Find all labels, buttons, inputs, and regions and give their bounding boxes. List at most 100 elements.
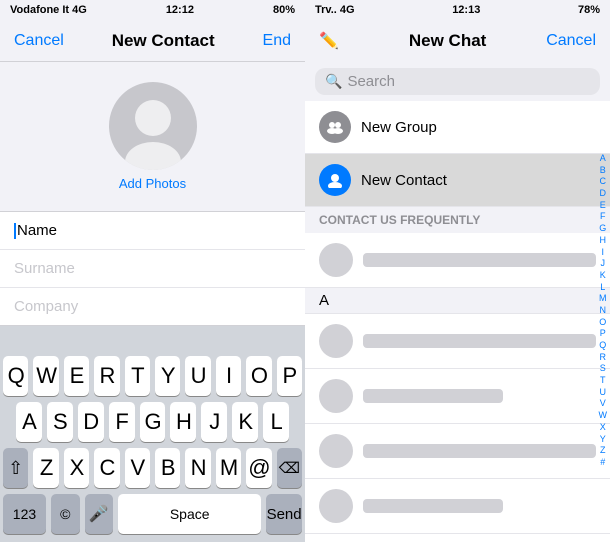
key-t[interactable]: T: [125, 356, 150, 396]
edit-icon[interactable]: ✏️: [319, 31, 349, 51]
alpha-s[interactable]: S: [600, 363, 606, 375]
key-j[interactable]: J: [201, 402, 227, 442]
right-cancel-button[interactable]: Cancel: [546, 32, 596, 50]
alpha-w[interactable]: W: [599, 410, 608, 422]
alpha-o[interactable]: O: [599, 317, 606, 329]
key-i[interactable]: I: [216, 356, 241, 396]
key-k[interactable]: K: [232, 402, 258, 442]
left-status-bar: Vodafone It 4G 12:12 80%: [0, 0, 305, 20]
delete-key[interactable]: ⌫: [277, 448, 302, 488]
key-s[interactable]: S: [47, 402, 73, 442]
right-page-title: New Chat: [409, 31, 486, 51]
mic-key[interactable]: 🎤: [85, 494, 114, 534]
cancel-button[interactable]: Cancel: [14, 32, 64, 50]
alpha-m[interactable]: M: [599, 293, 607, 305]
search-bar[interactable]: 🔍 Search: [315, 68, 600, 95]
alpha-i[interactable]: I: [601, 247, 604, 259]
contact-avatar-placeholder: [319, 324, 353, 358]
alpha-n[interactable]: N: [600, 305, 607, 317]
frequent-contact-1[interactable]: [305, 233, 610, 288]
left-panel: Vodafone It 4G 12:12 80% Cancel New Cont…: [0, 0, 305, 542]
alpha-hash[interactable]: #: [600, 457, 605, 469]
alpha-p[interactable]: P: [600, 328, 606, 340]
left-nav-bar: Cancel New Contact End: [0, 20, 305, 62]
key-e[interactable]: E: [64, 356, 89, 396]
contact-name-placeholder: [363, 499, 503, 513]
surname-field[interactable]: Surname: [0, 250, 305, 288]
alpha-r[interactable]: R: [600, 352, 607, 364]
contact-row-1[interactable]: [305, 314, 610, 369]
end-button[interactable]: End: [263, 32, 291, 50]
key-d[interactable]: D: [78, 402, 104, 442]
alpha-l[interactable]: L: [600, 282, 605, 294]
key-f[interactable]: F: [109, 402, 135, 442]
key-x[interactable]: X: [64, 448, 89, 488]
key-z[interactable]: Z: [33, 448, 58, 488]
avatar-circle[interactable]: [109, 82, 197, 170]
key-p[interactable]: P: [277, 356, 302, 396]
emoji-key[interactable]: ©: [51, 494, 80, 534]
name-field[interactable]: Name: [0, 212, 305, 250]
alphabet-sidebar: A B C D E F G H I J K L M N O P Q R S T …: [596, 151, 610, 471]
alpha-x[interactable]: X: [600, 422, 606, 434]
key-u[interactable]: U: [185, 356, 210, 396]
alpha-g[interactable]: G: [599, 223, 606, 235]
key-l[interactable]: L: [263, 402, 289, 442]
alpha-y[interactable]: Y: [600, 434, 606, 446]
contact-name-placeholder: [363, 334, 596, 348]
key-b[interactable]: B: [155, 448, 180, 488]
key-a[interactable]: A: [16, 402, 42, 442]
contact-avatar-placeholder: [319, 243, 353, 277]
key-c[interactable]: C: [94, 448, 119, 488]
contact-avatar-placeholder: [319, 379, 353, 413]
alpha-d[interactable]: D: [600, 188, 607, 200]
key-g[interactable]: G: [140, 402, 166, 442]
contact-row-4[interactable]: [305, 479, 610, 534]
alpha-h[interactable]: H: [600, 235, 607, 247]
alpha-q[interactable]: Q: [599, 340, 606, 352]
key-at[interactable]: @: [246, 448, 271, 488]
right-status-bar: Trv.. 4G 12:13 78%: [305, 0, 610, 20]
search-bar-container: 🔍 Search: [305, 62, 610, 101]
key-m[interactable]: M: [216, 448, 241, 488]
key-y[interactable]: Y: [155, 356, 180, 396]
add-photos-label[interactable]: Add Photos: [119, 176, 186, 191]
alpha-c[interactable]: C: [600, 176, 607, 188]
key-n[interactable]: N: [185, 448, 210, 488]
company-field[interactable]: Company: [0, 288, 305, 325]
key-w[interactable]: W: [33, 356, 58, 396]
space-key[interactable]: Space: [118, 494, 261, 534]
contact-row-5[interactable]: [305, 534, 610, 542]
left-battery: 80%: [273, 4, 295, 16]
contact-row-3[interactable]: [305, 424, 610, 479]
shift-key[interactable]: ⇧: [3, 448, 28, 488]
new-contact-label: New Contact: [361, 172, 447, 189]
alpha-e[interactable]: E: [600, 200, 606, 212]
key-v[interactable]: V: [125, 448, 150, 488]
alpha-t[interactable]: T: [600, 375, 606, 387]
key-o[interactable]: O: [246, 356, 271, 396]
keyboard-row-bottom: 123 © 🎤 Space Send: [0, 491, 305, 542]
alpha-f[interactable]: F: [600, 211, 606, 223]
alpha-k[interactable]: K: [600, 270, 606, 282]
contacts-list: New Group New Contact CONTACT US FREQUEN…: [305, 101, 610, 542]
contact-row-2[interactable]: [305, 369, 610, 424]
numbers-key[interactable]: 123: [3, 494, 46, 534]
alpha-b[interactable]: B: [600, 165, 606, 177]
alpha-j[interactable]: J: [601, 258, 606, 270]
send-key[interactable]: Send: [266, 494, 302, 534]
search-input[interactable]: Search: [347, 73, 395, 90]
new-contact-item[interactable]: New Contact: [305, 154, 610, 207]
new-group-item[interactable]: New Group: [305, 101, 610, 154]
alpha-z[interactable]: Z: [600, 445, 606, 457]
alpha-a[interactable]: A: [600, 153, 606, 165]
name-placeholder: Name: [17, 222, 57, 239]
alpha-u[interactable]: U: [600, 387, 607, 399]
new-group-label: New Group: [361, 119, 437, 136]
contact-name-placeholder: [363, 389, 503, 403]
key-r[interactable]: R: [94, 356, 119, 396]
alpha-v[interactable]: V: [600, 398, 606, 410]
key-q[interactable]: Q: [3, 356, 28, 396]
key-h[interactable]: H: [170, 402, 196, 442]
right-carrier: Trv.. 4G: [315, 4, 355, 16]
